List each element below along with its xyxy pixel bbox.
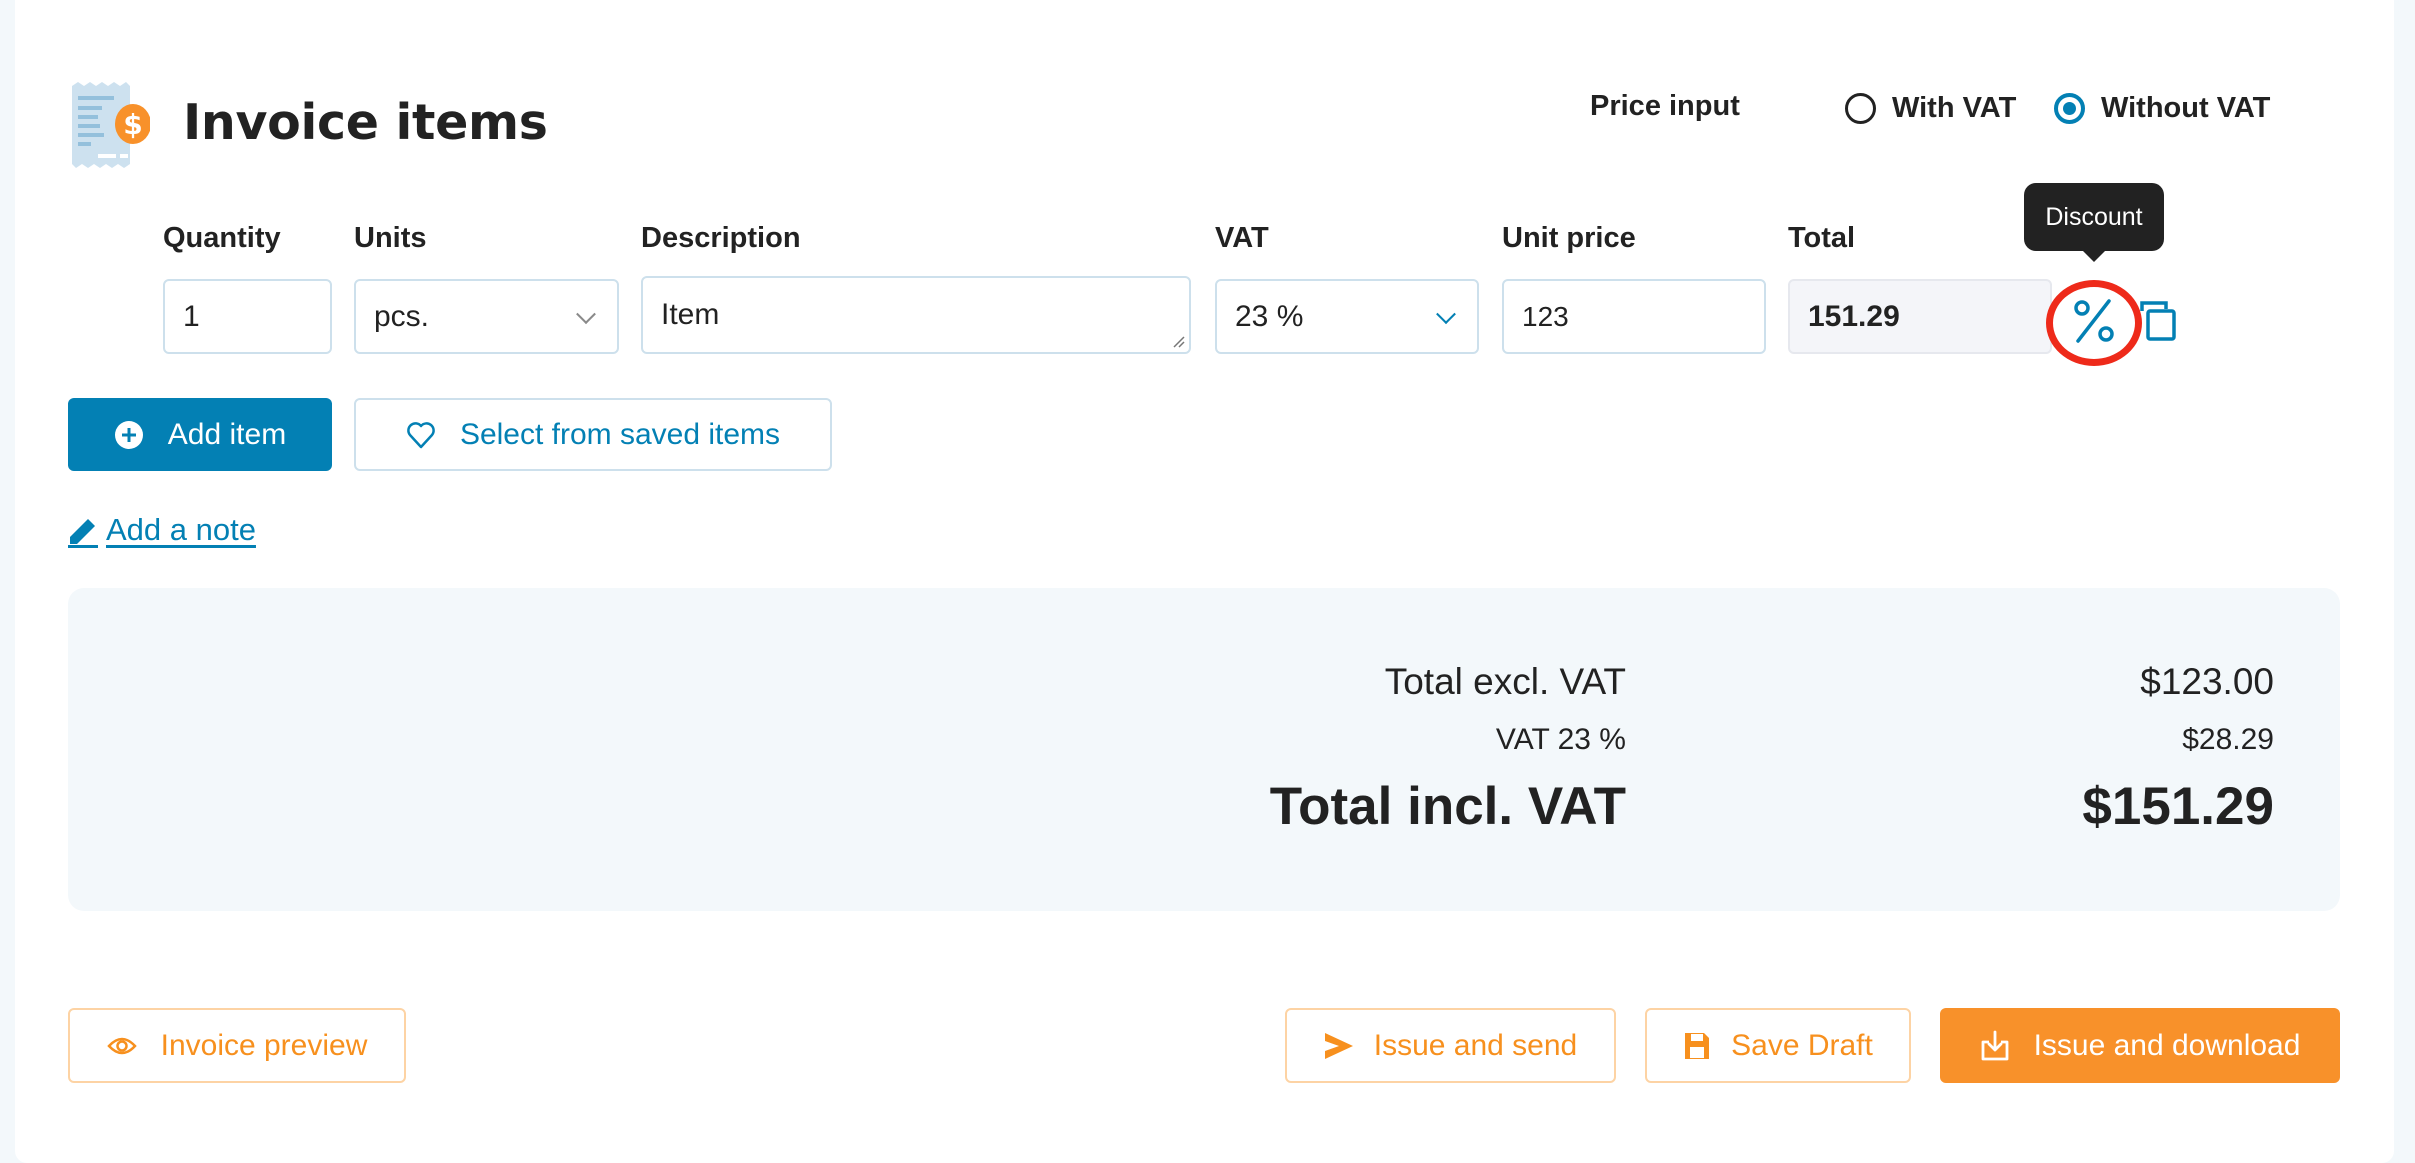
column-label-units: Units bbox=[354, 222, 427, 254]
page-title: Invoice items bbox=[183, 94, 548, 151]
vat-amount-value: $28.29 bbox=[2182, 723, 2274, 756]
column-label-unit-price: Unit price bbox=[1502, 222, 1636, 254]
chevron-down-icon bbox=[1436, 303, 1456, 324]
total-field: 151.29 bbox=[1788, 279, 2052, 354]
column-label-vat: VAT bbox=[1215, 222, 1269, 254]
eye-icon bbox=[106, 1037, 137, 1054]
floppy-disk-icon bbox=[1685, 1032, 1710, 1059]
radio-label: With VAT bbox=[1892, 92, 2017, 124]
quantity-input[interactable]: 1 bbox=[163, 279, 332, 354]
total-value: 151.29 bbox=[1808, 299, 1900, 333]
total-incl-vat-label: Total incl. VAT bbox=[1269, 777, 1626, 836]
radio-label: Without VAT bbox=[2101, 92, 2271, 124]
description-textarea[interactable]: Item bbox=[641, 276, 1191, 354]
issue-and-download-button[interactable]: Issue and download bbox=[1940, 1008, 2340, 1083]
vat-amount-label: VAT 23 % bbox=[1495, 723, 1626, 756]
select-saved-items-label: Select from saved items bbox=[459, 417, 781, 451]
send-icon bbox=[1324, 1032, 1353, 1059]
select-saved-items-button[interactable]: Select from saved items bbox=[354, 398, 832, 471]
column-label-total: Total bbox=[1788, 222, 1856, 254]
issue-and-send-label: Issue and send bbox=[1373, 1028, 1578, 1062]
total-excl-vat-value: $123.00 bbox=[2140, 661, 2274, 702]
receipt-dollar-icon: $ bbox=[72, 82, 150, 168]
radio-circle-selected[interactable] bbox=[2054, 93, 2085, 124]
invoice-preview-label: Invoice preview bbox=[160, 1028, 368, 1062]
vat-select[interactable]: 23 % bbox=[1215, 279, 1479, 354]
radio-circle[interactable] bbox=[1845, 93, 1876, 124]
add-note-link[interactable]: Add a note bbox=[68, 512, 256, 548]
units-select[interactable]: pcs. bbox=[354, 279, 619, 354]
quantity-value: 1 bbox=[183, 299, 200, 333]
totals-summary: Total excl. VAT $123.00 VAT 23 % $28.29 … bbox=[68, 588, 2340, 911]
add-note-label: Add a note bbox=[106, 512, 256, 547]
svg-text:$: $ bbox=[123, 108, 142, 141]
price-input-label: Price input bbox=[1590, 90, 1740, 122]
radio-with-vat[interactable]: With VAT bbox=[1845, 92, 2016, 125]
pencil-icon bbox=[68, 519, 98, 548]
unit-price-value: 123 bbox=[1522, 300, 1569, 332]
invoice-preview-button[interactable]: Invoice preview bbox=[68, 1008, 406, 1083]
copy-icon[interactable] bbox=[2138, 297, 2178, 341]
column-label-description: Description bbox=[641, 222, 801, 254]
vat-value: 23 % bbox=[1235, 299, 1304, 333]
resize-handle-icon[interactable] bbox=[1171, 334, 1185, 348]
heart-icon bbox=[407, 421, 435, 448]
issue-and-download-label: Issue and download bbox=[2033, 1028, 2301, 1062]
chevron-down-icon bbox=[576, 303, 596, 324]
column-label-quantity: Quantity bbox=[163, 222, 281, 254]
description-value: Item bbox=[661, 298, 720, 331]
units-value: pcs. bbox=[374, 299, 430, 333]
discount-tooltip: Discount bbox=[2024, 183, 2164, 262]
issue-and-send-button[interactable]: Issue and send bbox=[1285, 1008, 1616, 1083]
invoice-items-card bbox=[15, 0, 2394, 1163]
unit-price-input[interactable]: 123 bbox=[1502, 279, 1766, 354]
total-incl-vat-value: $151.29 bbox=[2082, 777, 2274, 836]
save-draft-button[interactable]: Save Draft bbox=[1645, 1008, 1911, 1083]
plus-circle-icon bbox=[114, 420, 143, 449]
download-icon bbox=[1981, 1030, 2008, 1060]
total-excl-vat-label: Total excl. VAT bbox=[1384, 661, 1626, 702]
save-draft-label: Save Draft bbox=[1731, 1028, 1873, 1062]
add-item-label: Add item bbox=[167, 417, 287, 451]
radio-without-vat[interactable]: Without VAT bbox=[2054, 92, 2270, 125]
add-item-button[interactable]: Add item bbox=[68, 398, 332, 471]
percent-icon[interactable] bbox=[2068, 295, 2120, 347]
